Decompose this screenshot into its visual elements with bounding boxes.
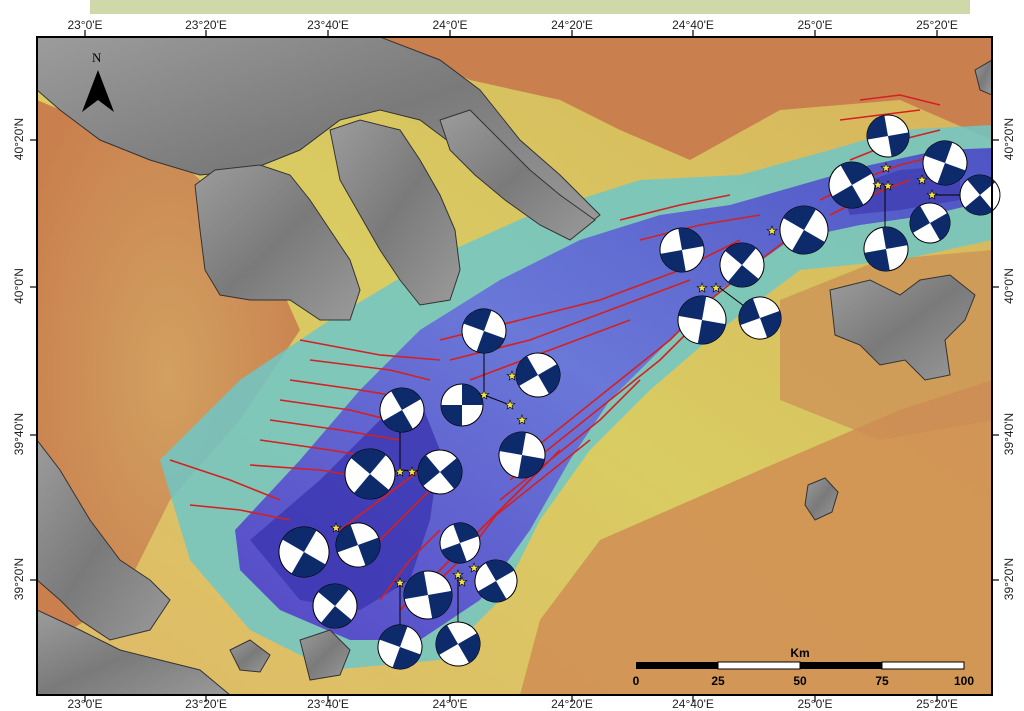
lon-label-top: 23°20'E: [185, 18, 227, 32]
scale-bar: [636, 661, 965, 670]
lon-label-bottom: 24°0'E: [432, 697, 468, 711]
lon-label-top: 25°20'E: [916, 18, 958, 32]
lon-label-top: 23°40'E: [307, 18, 349, 32]
lat-label-left: 40°0'N: [12, 268, 26, 304]
lon-label-bottom: 25°20'E: [916, 697, 958, 711]
lat-label-right: 40°0'N: [1002, 268, 1016, 304]
lon-label-bottom: 23°20'E: [185, 697, 227, 711]
lon-label-bottom: 23°40'E: [307, 697, 349, 711]
scale-tick-label: 75: [875, 674, 889, 688]
lon-label-bottom: 24°40'E: [672, 697, 714, 711]
lat-label-left: 40°20'N: [12, 117, 26, 161]
lon-label-top: 24°0'E: [432, 18, 468, 32]
lon-label-bottom: 23°0'E: [67, 697, 103, 711]
lon-label-top: 23°0'E: [67, 18, 103, 32]
lon-label-bottom: 24°20'E: [551, 697, 593, 711]
lat-label-left: 39°20'N: [12, 557, 26, 601]
scale-tick-label: 50: [793, 674, 807, 688]
lat-label-right: 39°20'N: [1002, 557, 1016, 601]
lon-label-bottom: 25°0'E: [797, 697, 833, 711]
beachball-icon: [440, 383, 484, 427]
bathymetry-map: [30, 0, 1001, 702]
scale-unit-label: Km: [790, 646, 810, 660]
lon-label-top: 24°40'E: [672, 18, 714, 32]
top-inset-strip: [90, 0, 970, 14]
lat-label-left: 39°40'N: [12, 412, 26, 456]
scale-tick-label: 0: [632, 674, 640, 688]
lon-label-top: 25°0'E: [797, 18, 833, 32]
lon-label-top: 24°20'E: [551, 18, 593, 32]
lat-label-right: 40°20'N: [1002, 117, 1016, 161]
scale-tick-label: 25: [711, 674, 725, 688]
map-figure: 23°0'E 23°20'E 23°40'E 24°0'E 24°20'E 24…: [0, 0, 1024, 711]
north-arrow-label: N: [92, 50, 102, 65]
scale-tick-label: 100: [953, 674, 975, 688]
lat-label-right: 39°40'N: [1002, 412, 1016, 456]
